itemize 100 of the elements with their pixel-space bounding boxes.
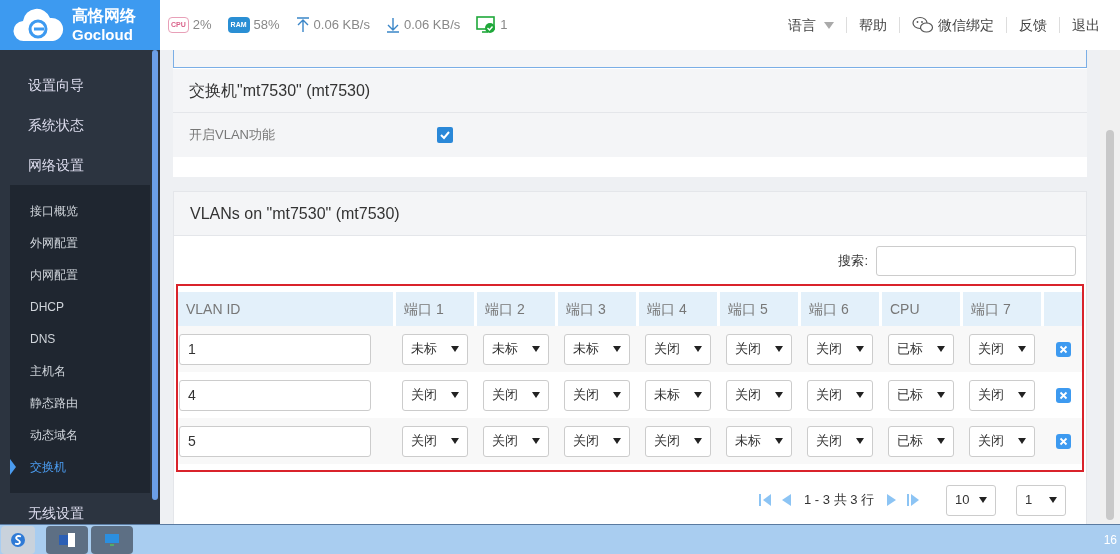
column-header: CPU — [882, 292, 960, 326]
header-link[interactable]: 微信绑定 — [900, 14, 1006, 36]
pagination-summary: 1 - 3 共 3 行 — [802, 491, 875, 510]
close-icon — [1058, 436, 1068, 446]
page-size-select[interactable]: 10 — [946, 484, 996, 516]
caret-icon — [694, 346, 702, 352]
port-select[interactable]: 未标 — [564, 333, 630, 365]
table-header-background — [1044, 292, 1082, 326]
start-button[interactable] — [1, 525, 35, 554]
caret-icon — [979, 497, 987, 503]
caret-icon — [1018, 438, 1026, 444]
sidebar-subitem[interactable]: 交换机 — [10, 451, 150, 483]
taskbar-app[interactable] — [91, 525, 133, 554]
caret-icon — [937, 346, 945, 352]
port-select[interactable]: 关闭 — [564, 425, 630, 457]
header-link[interactable]: 退出 — [1060, 14, 1112, 36]
first-page-icon[interactable] — [757, 492, 772, 508]
port-select[interactable]: 已标 — [888, 333, 954, 365]
column-header: 端口 2 — [477, 292, 555, 326]
port-select[interactable]: 关闭 — [726, 379, 792, 411]
port-select[interactable]: 关闭 — [402, 379, 468, 411]
last-page-icon[interactable] — [906, 492, 920, 508]
port-select[interactable]: 关闭 — [483, 425, 549, 457]
port-select[interactable]: 已标 — [888, 379, 954, 411]
vlan-id-field[interactable]: 5 — [179, 425, 371, 457]
sidebar-item[interactable]: 设置向导 — [0, 65, 150, 105]
port-select[interactable]: 关闭 — [645, 333, 711, 365]
document-app-icon — [59, 532, 75, 547]
port-select[interactable]: 关闭 — [969, 333, 1035, 365]
caret-icon — [694, 392, 702, 398]
delete-button[interactable] — [1055, 433, 1071, 449]
sidebar-subitem[interactable]: DHCP — [10, 291, 150, 323]
caret-icon — [532, 438, 540, 444]
stat-value: 0.06 KB/s — [313, 16, 370, 35]
selection-arrow-icon — [10, 459, 16, 475]
port-select[interactable]: 未标 — [645, 379, 711, 411]
caret-icon — [937, 392, 945, 398]
port-select[interactable]: 关闭 — [969, 425, 1035, 457]
port-select[interactable]: 关闭 — [645, 425, 711, 457]
vlan-id-field[interactable]: 1 — [179, 333, 371, 365]
sidebar-item[interactable]: 网络设置 — [0, 145, 150, 185]
scrollbar-thumb[interactable] — [152, 50, 158, 500]
header-link[interactable]: 帮助 — [847, 14, 899, 36]
close-icon — [1058, 344, 1068, 354]
sidebar-subitem[interactable]: 主机名 — [10, 355, 150, 387]
header-link[interactable]: 反馈 — [1007, 14, 1059, 36]
column-header: 端口 7 — [963, 292, 1041, 326]
caret-icon — [532, 392, 540, 398]
taskbar-app[interactable] — [46, 525, 88, 554]
caret-icon — [532, 346, 540, 352]
caret-icon — [1018, 392, 1026, 398]
vlan-checkbox[interactable] — [437, 127, 453, 143]
port-select[interactable]: 关闭 — [564, 379, 630, 411]
sidebar-subitem[interactable]: 静态路由 — [10, 387, 150, 419]
delete-button[interactable] — [1055, 341, 1071, 357]
delete-button[interactable] — [1055, 387, 1071, 403]
port-select[interactable]: 关闭 — [726, 333, 792, 365]
sidebar-subitem[interactable]: 动态域名 — [10, 419, 150, 451]
card-title: VLANs on "mt7530" (mt7530) — [174, 192, 1086, 236]
cloud-logo-icon — [12, 7, 64, 43]
language-dropdown[interactable]: 语言 — [776, 14, 846, 36]
column-header: VLAN ID — [178, 292, 393, 326]
sidebar-subitem[interactable]: 外网配置 — [10, 227, 150, 259]
port-select[interactable]: 关闭 — [807, 333, 873, 365]
port-select[interactable]: 关闭 — [807, 425, 873, 457]
port-select[interactable]: 已标 — [888, 425, 954, 457]
port-select[interactable]: 未标 — [726, 425, 792, 457]
caret-icon — [824, 21, 834, 29]
taskbar-clock: 16 — [1103, 531, 1118, 549]
stat-value: 2% — [192, 16, 212, 35]
upload-arrow-icon — [295, 17, 310, 33]
sidebar-subitem[interactable]: 接口概览 — [10, 195, 150, 227]
card-title: 交换机"mt7530" (mt7530) — [173, 69, 1087, 113]
logo-name: 高恪网络 — [72, 5, 136, 26]
port-select[interactable]: 未标 — [402, 333, 468, 365]
stat-value: 58% — [253, 16, 280, 35]
caret-icon — [451, 346, 459, 352]
search-label: 搜索: — [838, 252, 868, 271]
caret-icon — [1018, 346, 1026, 352]
next-page-icon[interactable] — [886, 492, 898, 508]
search-field[interactable] — [876, 246, 1076, 276]
scrollbar-thumb[interactable] — [1106, 130, 1114, 520]
sidebar-item[interactable]: 无线设置 — [0, 493, 150, 524]
caret-icon — [856, 392, 864, 398]
port-select[interactable]: 关闭 — [483, 379, 549, 411]
caret-icon — [856, 438, 864, 444]
sidebar-item[interactable]: 系统状态 — [0, 105, 150, 145]
stat-value: 0.06 KB/s — [403, 16, 461, 35]
port-select[interactable]: 关闭 — [969, 379, 1035, 411]
caret-icon — [451, 392, 459, 398]
port-select[interactable]: 未标 — [483, 333, 549, 365]
vlan-id-field[interactable]: 4 — [179, 379, 371, 411]
monitor-app-icon — [104, 532, 120, 547]
sidebar-subitem[interactable]: DNS — [10, 323, 150, 355]
wechat-icon — [912, 16, 934, 34]
port-select[interactable]: 关闭 — [807, 379, 873, 411]
sidebar-subitem[interactable]: 内网配置 — [10, 259, 150, 291]
caret-icon — [613, 392, 621, 398]
page-select[interactable]: 1 — [1016, 484, 1066, 516]
port-select[interactable]: 关闭 — [402, 425, 468, 457]
